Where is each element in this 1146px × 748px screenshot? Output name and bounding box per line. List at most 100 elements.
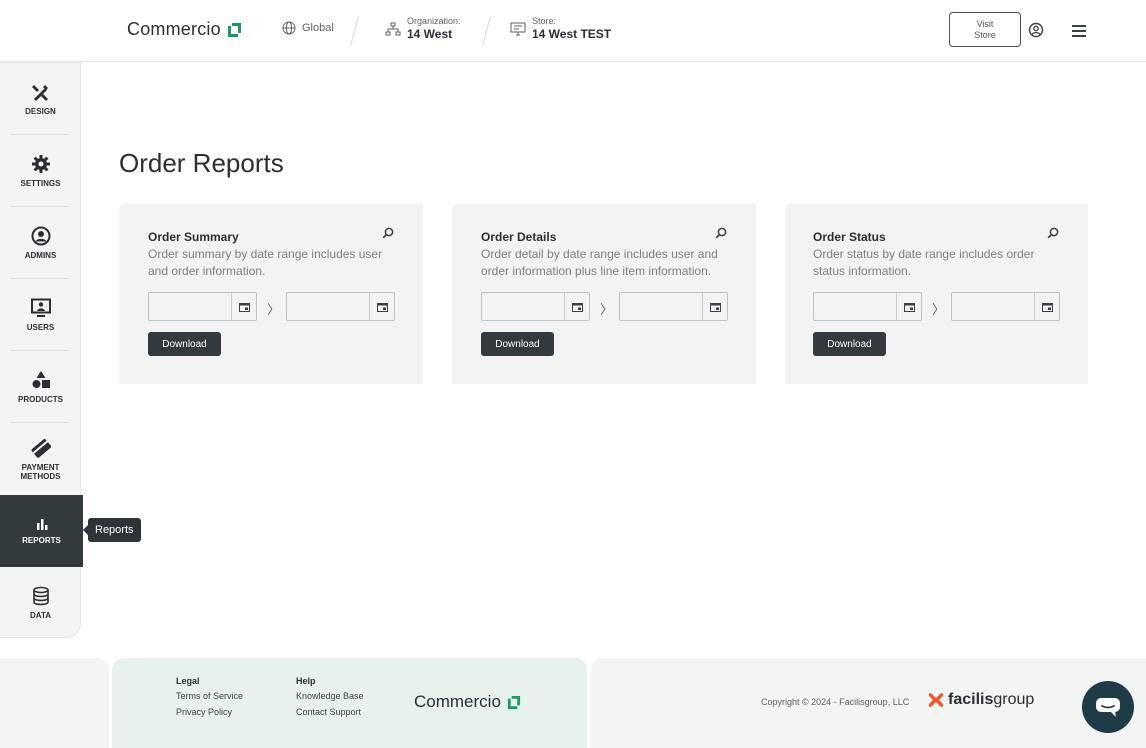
card-icon: [31, 438, 51, 458]
download-button[interactable]: Download: [481, 332, 554, 356]
store-selector[interactable]: Store: 14 West TEST: [510, 16, 611, 41]
brand-logo[interactable]: Commercio: [127, 19, 242, 40]
calendar-icon[interactable]: [231, 293, 256, 320]
sidebar-item-label: USERS: [26, 323, 55, 332]
hamburger-menu-icon[interactable]: [1071, 24, 1087, 38]
payment-label-line1: PAYMENT: [21, 462, 60, 472]
report-card-order-details: Order Details Order detail by date range…: [452, 203, 756, 384]
reports-tooltip: Reports: [83, 518, 141, 542]
sidebar-nav: DESIGN SETTINGS ADMINS USERS PRODUCTS PA…: [0, 62, 83, 639]
search-icon[interactable]: [715, 227, 727, 239]
sidebar-item-admins[interactable]: ADMINS: [0, 207, 81, 279]
sidebar-item-label: ADMINS: [24, 251, 57, 260]
contact-support-link[interactable]: Contact Support: [296, 707, 361, 717]
sidebar-item-reports[interactable]: REPORTS: [0, 495, 83, 567]
payment-label-line2: METHODS: [20, 471, 61, 481]
search-icon[interactable]: [1047, 227, 1059, 239]
footer-links-panel: Legal Terms of Service Privacy Policy He…: [112, 658, 587, 748]
organization-selector[interactable]: Organization: 14 West: [385, 16, 461, 41]
knowledge-base-link[interactable]: Knowledge Base: [296, 691, 364, 701]
org-tree-icon: [385, 22, 401, 35]
start-date-field[interactable]: [481, 292, 590, 321]
copyright-text: Copyright © 2024 - Facilisgroup, LLC: [761, 697, 910, 707]
report-card-description: Order summary by date range includes use…: [148, 247, 383, 278]
report-card-description: Order detail by date range includes user…: [481, 247, 718, 278]
end-date-field[interactable]: [619, 292, 728, 321]
store-monitor-icon: [510, 22, 526, 35]
chat-button[interactable]: [1082, 681, 1134, 733]
date-range-arrow: 〉: [932, 302, 946, 317]
chat-bubble-icon: [1096, 698, 1120, 717]
global-label: Global: [302, 22, 334, 34]
visit-store-line1: Visit: [976, 18, 994, 29]
start-date-field[interactable]: [148, 292, 257, 321]
gear-icon: [31, 155, 50, 173]
sidebar-item-settings[interactable]: SETTINGS: [0, 135, 81, 207]
monitor-user-icon: [30, 298, 51, 317]
partner-name-bold: facilis: [948, 691, 994, 708]
report-card-title: Order Details: [481, 230, 557, 244]
user-circle-icon: [31, 226, 50, 246]
design-icon: [31, 85, 48, 101]
global-selector[interactable]: Global: [282, 21, 334, 35]
report-card-title: Order Summary: [148, 230, 239, 244]
report-card-order-status: Order Status Order status by date range …: [785, 203, 1088, 384]
terms-of-service-link[interactable]: Terms of Service: [176, 691, 243, 701]
calendar-icon[interactable]: [702, 293, 727, 320]
footer-help-heading: Help: [296, 676, 316, 686]
sidebar-item-users[interactable]: USERS: [0, 279, 81, 351]
sidebar-item-label: PRODUCTS: [18, 395, 63, 404]
sidebar-item-label: DESIGN: [25, 107, 56, 116]
report-card-description: Order status by date range includes orde…: [813, 247, 1035, 278]
header-divider: [482, 16, 491, 46]
report-card-order-summary: Order Summary Order summary by date rang…: [119, 203, 423, 384]
calendar-icon[interactable]: [1034, 293, 1059, 320]
footer-left-panel: [0, 658, 109, 748]
database-icon: [32, 586, 49, 606]
header-divider: [350, 16, 359, 46]
download-button[interactable]: Download: [148, 332, 221, 356]
sidebar-item-payment-methods[interactable]: PAYMENT METHODS: [0, 423, 81, 495]
brand-mark-icon: [227, 22, 241, 37]
footer-copyright-panel: Copyright © 2024 - Facilisgroup, LLC fac…: [591, 658, 1146, 748]
footer-brand-logo: Commercio: [414, 692, 521, 712]
top-header: Commercio Global Organization: 14 West S…: [0, 0, 1146, 62]
sidebar-item-design[interactable]: DESIGN: [0, 63, 81, 135]
sidebar-item-label: DATA: [29, 611, 52, 620]
store-value: 14 West TEST: [532, 27, 612, 41]
partner-name-rest: group: [993, 691, 1035, 708]
search-icon[interactable]: [382, 227, 394, 239]
store-label: Store:: [532, 16, 557, 26]
sidebar-item-data[interactable]: DATA: [0, 567, 81, 639]
globe-icon: [282, 21, 296, 35]
calendar-icon[interactable]: [369, 293, 394, 320]
end-date-field[interactable]: [286, 292, 395, 321]
org-value: 14 West: [407, 27, 453, 41]
facilisgroup-mark-icon: [928, 693, 944, 707]
bar-chart-icon: [36, 519, 47, 530]
date-range-arrow: 〉: [600, 302, 614, 317]
brand-name: Commercio: [127, 19, 221, 39]
date-range-arrow: 〉: [267, 302, 281, 317]
account-icon[interactable]: [1028, 22, 1044, 38]
start-date-field[interactable]: [813, 292, 922, 321]
page-title: Order Reports: [119, 148, 284, 178]
calendar-icon[interactable]: [564, 293, 589, 320]
brand-mark-icon: [507, 695, 520, 709]
visit-store-line2: Store: [974, 29, 996, 40]
download-button[interactable]: Download: [813, 332, 886, 356]
shapes-icon: [32, 371, 50, 388]
end-date-field[interactable]: [951, 292, 1060, 321]
footer-legal-heading: Legal: [176, 676, 200, 686]
calendar-icon[interactable]: [896, 293, 921, 320]
sidebar-item-label: PAYMENT METHODS: [21, 463, 61, 481]
sidebar-item-label: SETTINGS: [20, 179, 61, 188]
facilisgroup-logo: facilis group: [927, 691, 1034, 709]
visit-store-button[interactable]: Visit Store: [949, 12, 1021, 47]
footer-brand-name: Commercio: [414, 692, 501, 711]
sidebar-item-products[interactable]: PRODUCTS: [0, 351, 81, 423]
org-label: Organization:: [407, 16, 461, 26]
sidebar-item-label: REPORTS: [22, 536, 61, 545]
report-card-title: Order Status: [813, 230, 886, 244]
privacy-policy-link[interactable]: Privacy Policy: [176, 707, 232, 717]
